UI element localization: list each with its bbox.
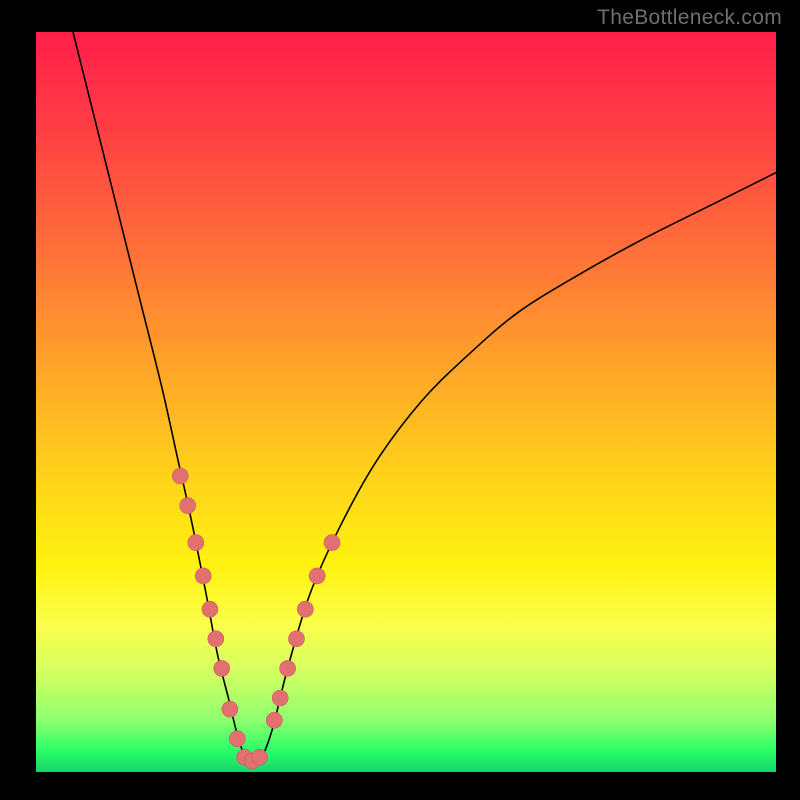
watermark-text: TheBottleneck.com: [597, 6, 782, 30]
data-marker: [214, 660, 230, 676]
data-marker: [195, 568, 211, 584]
data-marker: [188, 535, 204, 551]
data-marker: [309, 568, 325, 584]
data-marker: [229, 731, 245, 747]
data-marker: [297, 601, 313, 617]
data-marker: [222, 701, 238, 717]
marker-group: [172, 468, 340, 769]
bottleneck-curve: [73, 32, 776, 765]
plot-area: [36, 32, 776, 772]
data-marker: [280, 660, 296, 676]
data-marker: [180, 498, 196, 514]
data-marker: [324, 535, 340, 551]
data-marker: [272, 690, 288, 706]
data-marker: [172, 468, 188, 484]
data-marker: [251, 749, 267, 765]
bottleneck-chart-svg: [36, 32, 776, 772]
data-marker: [208, 631, 224, 647]
chart-frame: TheBottleneck.com: [0, 0, 800, 800]
data-marker: [266, 712, 282, 728]
data-marker: [202, 601, 218, 617]
data-marker: [288, 631, 304, 647]
